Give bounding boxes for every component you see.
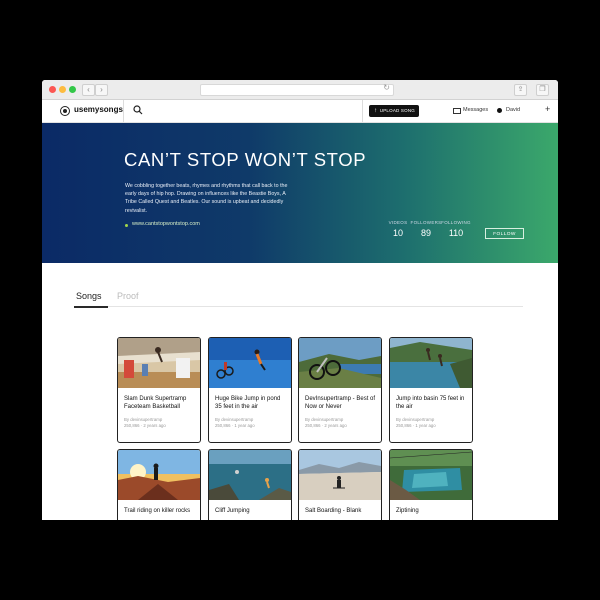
song-thumbnail[interactable] [118,450,200,500]
song-thumbnail[interactable] [209,450,291,500]
browser-toolbar: ‹ › ↻ ⇪ ❐ [42,80,558,100]
song-card[interactable]: Huge Bike Jump in pond 35 feet in the ai… [208,337,292,443]
song-card[interactable]: Salt Boarding - Blank [298,449,382,520]
tab-proof[interactable]: Proof [117,291,139,301]
song-thumbnail[interactable] [118,338,200,388]
envelope-icon[interactable] [453,108,461,114]
upload-label: UPLOAD SONG [379,108,415,113]
search-icon[interactable] [132,104,144,116]
song-thumbnail[interactable] [390,338,472,388]
song-card[interactable]: Ziptining [389,449,473,520]
song-card[interactable]: Trail riding on killer rocks [117,449,201,520]
song-card[interactable]: Cliff Jumping [208,449,292,520]
user-menu[interactable]: David [506,107,520,113]
song-stats: 250,866 · 2 years ago [124,423,166,428]
following-stat: FOLLOWING 110 [437,220,475,238]
song-title[interactable]: Huge Bike Jump in pond 35 feet in the ai… [215,395,287,411]
browser-window: ‹ › ↻ ⇪ ❐ usemysongs ↑ UPLOAD SONG Messa… [42,80,558,520]
header-divider [362,100,363,122]
plus-icon[interactable]: + [545,104,550,114]
song-stats: 250,866 · 1 year ago [215,423,255,428]
avatar[interactable] [497,108,502,113]
maximize-window-button[interactable] [69,86,76,93]
link-bullet-icon [125,224,128,227]
close-window-button[interactable] [49,86,56,93]
back-button[interactable]: ‹ [82,84,95,96]
reload-icon[interactable]: ↻ [383,83,390,92]
song-title[interactable]: Trail riding on killer rocks [124,507,196,515]
messages-link[interactable]: Messages [463,107,488,113]
header-divider [123,100,124,122]
address-bar[interactable]: ↻ [200,83,394,96]
website-link[interactable]: www.cantstopwontstop.com [132,221,200,227]
active-tab-indicator [74,306,108,308]
upload-song-button[interactable]: ↑ UPLOAD SONG [369,105,419,117]
stat-value: 110 [448,228,464,238]
upload-icon: ↑ [374,108,378,114]
song-meta: By devinsupertramp 250,866 · 1 year ago [396,417,470,429]
song-title[interactable]: DevInsupertramp - Best of Now or Never [305,395,377,411]
song-thumbnail[interactable] [209,338,291,388]
song-card[interactable]: Slam Dunk Supertramp Faceteam Basketball… [117,337,201,443]
song-title[interactable]: Cliff Jumping [215,507,287,515]
follow-button[interactable]: FOLLOW [485,228,524,239]
share-button[interactable]: ⇪ [514,84,527,96]
song-title[interactable]: Jump into basin 75 feet in the air [396,395,468,411]
profile-hero: CAN’T STOP WON’T STOP We cobbling togeth… [42,123,558,263]
stat-label: FOLLOWING [441,220,471,225]
song-title[interactable]: Slam Dunk Supertramp Faceteam Basketball [124,395,196,411]
song-thumbnail[interactable] [299,450,381,500]
song-card[interactable]: Jump into basin 75 feet in the air By de… [389,337,473,443]
song-meta: By devinsupertramp 250,866 · 2 years ago [305,417,379,429]
logo-icon[interactable] [60,106,70,116]
logo-text[interactable]: usemysongs [74,105,123,114]
tabs-overview-button[interactable]: ❐ [536,84,549,96]
song-title[interactable]: Ziptining [396,507,468,515]
song-stats: 250,866 · 1 year ago [396,423,436,428]
song-card[interactable]: DevInsupertramp - Best of Now or Never B… [298,337,382,443]
song-meta: By devinsupertramp 250,866 · 1 year ago [215,417,289,429]
song-thumbnail[interactable] [390,450,472,500]
forward-button[interactable]: › [95,84,108,96]
song-meta: By devinsupertramp 250,866 · 2 years ago [124,417,198,429]
profile-description: We cobbling together beats, rhymes and r… [125,183,288,214]
song-stats: 250,866 · 2 years ago [305,423,347,428]
minimize-window-button[interactable] [59,86,66,93]
tab-songs[interactable]: Songs [76,291,102,301]
song-thumbnail[interactable] [299,338,381,388]
site-header: usemysongs ↑ UPLOAD SONG Messages David … [42,100,558,123]
song-title[interactable]: Salt Boarding - Blank [305,507,377,515]
tabs-divider [74,306,523,307]
page-title: CAN’T STOP WON’T STOP [124,149,367,170]
